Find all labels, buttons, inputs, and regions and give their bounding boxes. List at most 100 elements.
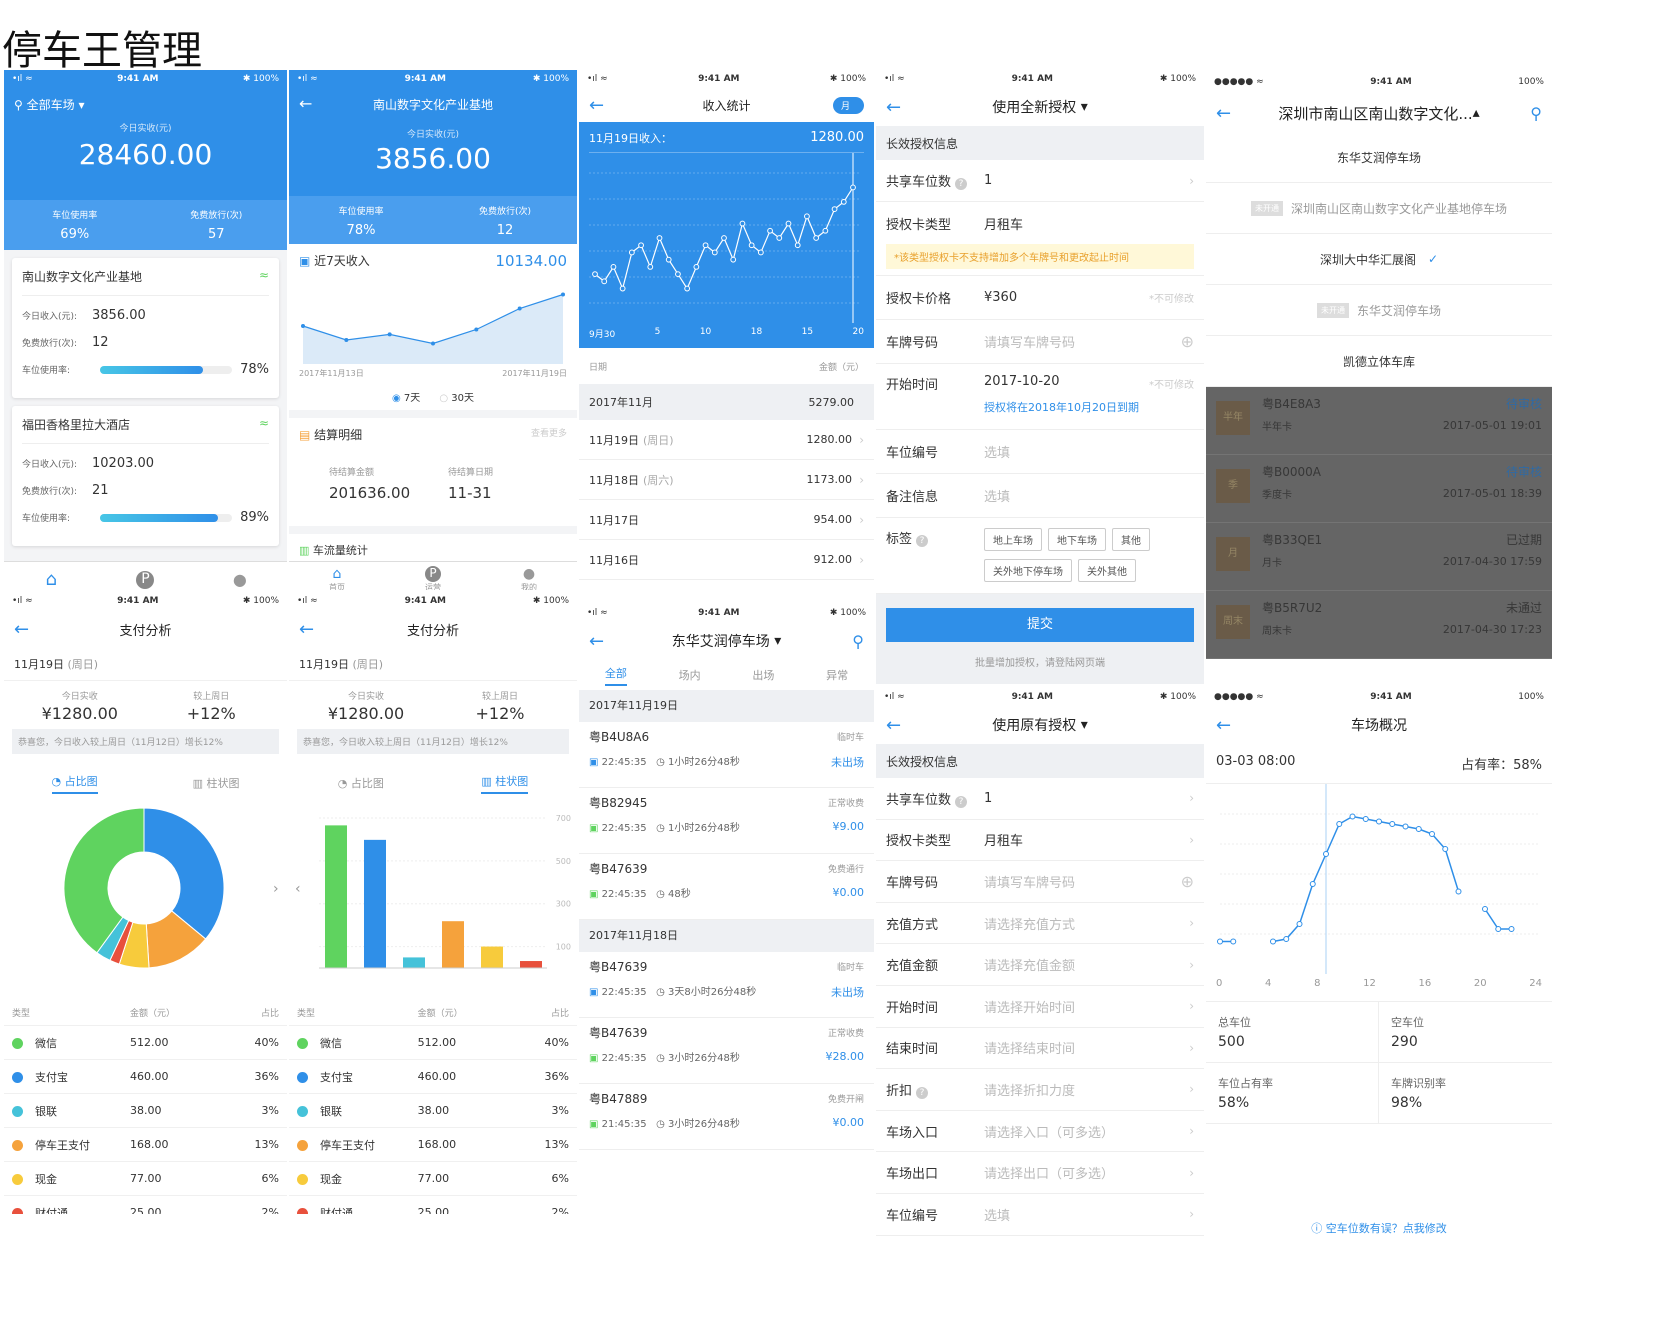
record-row[interactable]: 粤B47639 ▣ 22:45:35 ◷ 3天8小时26分48秒 临时车 未出场 [579, 952, 874, 1018]
form-row[interactable]: 开始时间 请选择开始时间 › [876, 986, 1204, 1028]
data-point [1429, 831, 1435, 837]
table-row: 支付宝 460.00 36% [4, 1060, 287, 1094]
form-row[interactable]: 车牌号码 请填写车牌号码 ⊕ [876, 861, 1204, 903]
card-row[interactable]: 月粤B33QE1 月卡 已过期 2017-04-30 17:59 [1206, 523, 1552, 591]
usage-progress [100, 513, 233, 522]
fix-count-link[interactable]: ⓘ 空车位数有误？点我修改 [1206, 1220, 1552, 1236]
data-point [1230, 938, 1237, 945]
x-tick: 5 [654, 327, 661, 337]
record-row[interactable]: 粤B47889 ▣ 21:45:35 ◷ 3小时26分48秒 免费开闸 ¥0.00 [579, 1084, 874, 1150]
pie-chart: › [63, 807, 279, 969]
income-line-chart [589, 153, 859, 323]
filter-tab[interactable]: 场内 [679, 667, 701, 683]
form-row[interactable]: 充值方式 请选择充值方式 › [876, 903, 1204, 945]
data-point [794, 242, 801, 249]
data-point [431, 341, 435, 346]
filter-tab[interactable]: 出场 [752, 667, 774, 683]
search-icon[interactable]: ⚲ [1530, 104, 1542, 123]
record-row[interactable]: 粤B47639 ▣ 22:45:35 ◷ 48秒 免费通行 ¥0.00 [579, 854, 874, 920]
data-point [1415, 826, 1422, 832]
table-row: 微信 512.00 40% [289, 1026, 577, 1060]
filter-tab[interactable]: 全部 [604, 665, 627, 686]
data-point [1482, 906, 1488, 912]
bar [325, 825, 347, 968]
day-row[interactable]: 11月18日 (周六) 1173.00 › [579, 460, 874, 500]
data-point [748, 242, 755, 249]
data-point [711, 249, 718, 256]
screen-records: •ıl ≈9:41 AM ✱ 100% ← 东华艾润停车场 ▾ ⚲ 全部 场内 出场 异常 … [579, 604, 874, 1164]
lot-option[interactable]: 未开通 深圳南山区南山数字文化产业基地停车场 [1206, 183, 1552, 234]
data-point [831, 206, 838, 213]
data-point [628, 249, 635, 256]
tag-button[interactable]: 地下车场 [1048, 528, 1106, 551]
lot-card[interactable]: 福田香格里拉大酒店 ≈ 今日收入(元): 10203.00 免费放行(次): 21 车… [12, 406, 279, 546]
record-row[interactable]: 粤B47639 ▣ 22:45:35 ◷ 3小时26分48秒 正常收费 ¥28.00 [579, 1018, 874, 1084]
data-point [702, 242, 709, 249]
data-point [739, 220, 746, 227]
search-icon[interactable]: ⚲ [852, 632, 864, 651]
lot-option[interactable]: 凯德立体车库 [1206, 336, 1552, 387]
day-row[interactable]: 11月17日 954.00 › [579, 500, 874, 540]
form-row[interactable]: 结束时间 请选择结束时间 › [876, 1028, 1204, 1070]
day-row[interactable]: 11月19日 (周日) 1280.00 › [579, 420, 874, 460]
data-point [1283, 936, 1290, 942]
form-row[interactable]: 车场入口 请选择入口（可多选） › [876, 1111, 1204, 1153]
form-row[interactable]: 折扣? 请选择折扣力度 › [876, 1069, 1204, 1111]
tag-button[interactable]: 地上车场 [984, 528, 1042, 551]
data-point [344, 338, 349, 342]
x-tick: 8 [1314, 978, 1321, 989]
lot-selector[interactable]: ⚲ 全部车场 ▾ [4, 88, 287, 121]
data-point [1402, 823, 1409, 830]
day-row[interactable]: 11月16日 912.00 › [579, 540, 874, 580]
form-row[interactable]: 车位编号 选填 › [876, 1194, 1204, 1236]
tab-bar[interactable]: ▥ 柱状图 [481, 773, 529, 794]
bar [442, 921, 464, 968]
card-row[interactable]: 周末 粤B5R7U2 周末卡 未通过 2017-04-30 17:23 [1206, 591, 1552, 659]
data-point [813, 235, 820, 241]
data-point [840, 198, 847, 205]
submit-button[interactable]: 提交 [886, 608, 1194, 642]
x-tick: 16 [1418, 978, 1432, 989]
form-row[interactable]: 充值金额 请选择充值金额 › [876, 944, 1204, 986]
filter-tab[interactable]: 异常 [826, 667, 848, 683]
page-title: 停车王管理 [2, 28, 202, 74]
card-row[interactable]: 季粤B0000A 季度卡 待审核 2017-05-01 18:39 [1206, 455, 1552, 523]
table-row: 财付通 25.00 2% [4, 1196, 287, 1214]
back-icon[interactable]: ← [589, 95, 604, 116]
lot-option[interactable]: 东华艾润停车场 [1206, 132, 1552, 183]
location-icon: ⚲ [14, 98, 23, 112]
screen-lot-overview: ●●●●● ≈9:41 AM 100% ← 车场概况 03-03 08:00 占有率：… [1206, 688, 1552, 1236]
data-point [1296, 921, 1303, 927]
back-icon[interactable]: ← [299, 94, 312, 113]
month-toggle[interactable]: 月 [832, 96, 864, 114]
lot-option[interactable]: 未开通 东华艾润停车场 [1206, 285, 1552, 336]
data-point [638, 242, 644, 249]
data-point [474, 327, 479, 332]
tab-bar[interactable]: ▥ 柱状图 [193, 775, 240, 791]
data-point [1455, 888, 1462, 895]
data-point [517, 306, 522, 311]
card-row[interactable]: 半年 粤B4E8A3 半年卡 待审核 2017-05-01 19:01 [1206, 387, 1552, 455]
x-tick: 18 [750, 327, 763, 337]
record-row[interactable]: 粤B82945 ▣ 22:45:35 ◷ 1小时26分48秒 正常收费 ¥9.00 [579, 788, 874, 854]
tab-pie[interactable]: ◔ 占比图 [51, 773, 98, 794]
tag-button[interactable]: 关外地下停车场 [984, 559, 1072, 582]
x-tick: 24 [1529, 978, 1542, 989]
data-point [619, 285, 626, 292]
tab-pie[interactable]: ◔ 占比图 [338, 775, 384, 791]
data-point [850, 184, 856, 191]
lot-card[interactable]: 南山数字文化产业基地 ≈ 今日收入(元): 3856.00 免费放行(次): 12 车… [12, 258, 279, 398]
form-row[interactable]: 授权卡类型 月租车 › [876, 820, 1204, 862]
tag-button[interactable]: 其他 [1112, 528, 1150, 551]
bar [481, 946, 503, 968]
form-row[interactable]: 共享车位数? 1 › [876, 778, 1204, 820]
bar-chart: 700 500 300 100 ‹ [295, 814, 571, 969]
lot-option[interactable]: 深圳大中华汇展阁 ✓ [1206, 234, 1552, 285]
x-tick: 0 [1216, 978, 1223, 989]
tag-button[interactable]: 关外其他 [1078, 559, 1136, 582]
form-row[interactable]: 车场出口 请选择出口（可多选） › [876, 1152, 1204, 1194]
data-point [1508, 926, 1515, 932]
table-row: 现金 77.00 6% [289, 1162, 577, 1196]
add-icon[interactable]: ⊕ [1181, 332, 1194, 351]
record-row[interactable]: 粤B4U8A6 ▣ 22:45:35 ◷ 1小时26分48秒 临时车 未出场 [579, 722, 874, 788]
